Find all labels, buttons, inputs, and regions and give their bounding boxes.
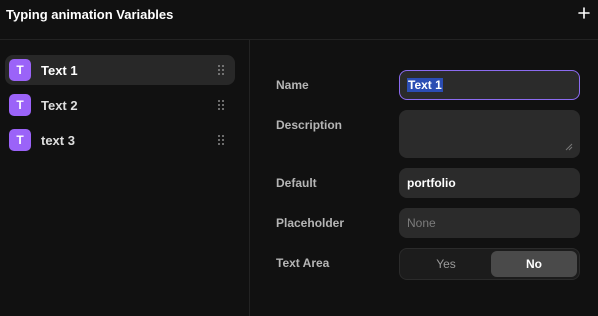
default-label: Default	[276, 176, 317, 190]
default-input[interactable]: portfolio	[399, 168, 580, 198]
panel-title: Typing animation Variables	[6, 7, 174, 22]
description-textarea[interactable]	[399, 110, 580, 158]
add-variable-button[interactable]	[574, 3, 594, 23]
variables-panel: Typing animation Variables T Text 1 T Te…	[0, 0, 598, 316]
drag-handle-icon[interactable]	[217, 64, 225, 76]
variable-editor: Name Text 1 Description Default portfoli…	[251, 40, 598, 316]
variable-item-label: Text 1	[41, 63, 78, 78]
variable-item-text-2[interactable]: T Text 2	[5, 90, 235, 120]
variable-list: T Text 1 T Text 2 T text 3	[0, 40, 250, 316]
placeholder-input-hint: None	[407, 216, 436, 230]
drag-handle-icon[interactable]	[217, 134, 225, 146]
placeholder-input[interactable]: None	[399, 208, 580, 238]
text-area-label: Text Area	[276, 256, 330, 270]
panel-header: Typing animation Variables	[0, 0, 598, 40]
variable-item-text-3[interactable]: T text 3	[5, 125, 235, 155]
text-area-no-option[interactable]: No	[491, 251, 577, 277]
description-label: Description	[276, 118, 343, 132]
name-input[interactable]: Text 1	[399, 70, 580, 100]
text-type-icon: T	[9, 94, 31, 116]
text-type-icon: T	[9, 59, 31, 81]
text-area-yes-option[interactable]: Yes	[403, 251, 489, 277]
text-type-icon: T	[9, 129, 31, 151]
name-input-value: Text 1	[407, 78, 443, 92]
placeholder-label: Placeholder	[276, 216, 345, 230]
variable-item-label: Text 2	[41, 98, 78, 113]
resize-handle-icon[interactable]	[565, 143, 573, 151]
variable-item-text-1[interactable]: T Text 1	[5, 55, 235, 85]
text-area-toggle: Yes No	[399, 248, 580, 280]
default-input-value: portfolio	[407, 176, 456, 190]
variable-item-label: text 3	[41, 133, 75, 148]
drag-handle-icon[interactable]	[217, 99, 225, 111]
name-label: Name	[276, 78, 309, 92]
plus-icon	[578, 7, 590, 19]
